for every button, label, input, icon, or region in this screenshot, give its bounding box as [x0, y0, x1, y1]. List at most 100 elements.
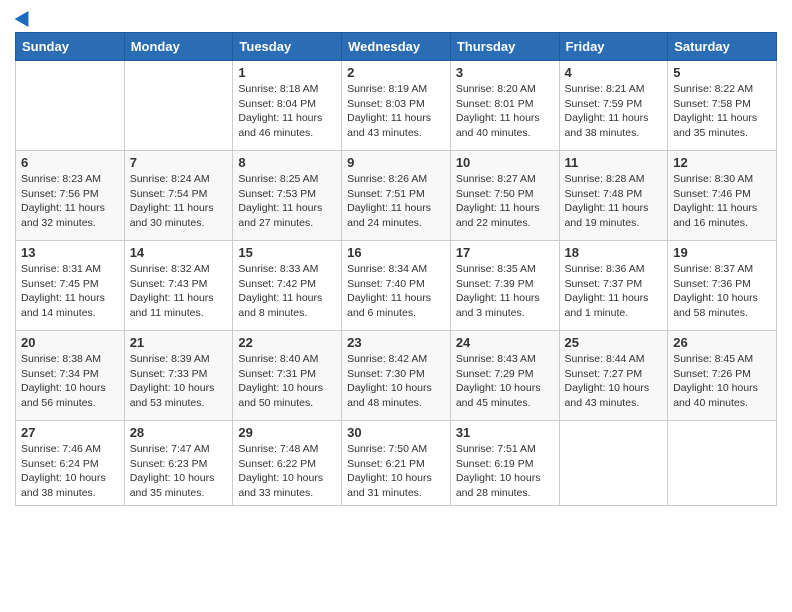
weekday-header-tuesday: Tuesday	[233, 33, 342, 61]
day-number: 6	[21, 155, 119, 170]
day-info: Sunrise: 8:45 AM Sunset: 7:26 PM Dayligh…	[673, 352, 771, 411]
day-info: Sunrise: 7:47 AM Sunset: 6:23 PM Dayligh…	[130, 442, 228, 501]
calendar-cell: 27 Sunrise: 7:46 AM Sunset: 6:24 PM Dayli…	[16, 421, 125, 506]
day-number: 30	[347, 425, 445, 440]
day-info: Sunrise: 8:22 AM Sunset: 7:58 PM Dayligh…	[673, 82, 771, 141]
calendar-cell: 29 Sunrise: 7:48 AM Sunset: 6:22 PM Dayli…	[233, 421, 342, 506]
day-info: Sunrise: 7:46 AM Sunset: 6:24 PM Dayligh…	[21, 442, 119, 501]
calendar-cell: 11 Sunrise: 8:28 AM Sunset: 7:48 PM Dayli…	[559, 151, 668, 241]
day-info: Sunrise: 8:30 AM Sunset: 7:46 PM Dayligh…	[673, 172, 771, 231]
day-info: Sunrise: 8:21 AM Sunset: 7:59 PM Dayligh…	[565, 82, 663, 141]
day-number: 23	[347, 335, 445, 350]
day-number: 14	[130, 245, 228, 260]
day-number: 15	[238, 245, 336, 260]
calendar-cell: 4 Sunrise: 8:21 AM Sunset: 7:59 PM Daylig…	[559, 61, 668, 151]
day-info: Sunrise: 8:36 AM Sunset: 7:37 PM Dayligh…	[565, 262, 663, 321]
calendar-cell: 21Sunrise: 8:39 AM Sunset: 7:33 PM Dayli…	[124, 331, 233, 421]
calendar-cell: 2 Sunrise: 8:19 AM Sunset: 8:03 PM Daylig…	[342, 61, 451, 151]
calendar-cell: 13Sunrise: 8:31 AM Sunset: 7:45 PM Dayli…	[16, 241, 125, 331]
calendar-cell: 1Sunrise: 8:18 AM Sunset: 8:04 PM Daylig…	[233, 61, 342, 151]
calendar-cell: 18Sunrise: 8:36 AM Sunset: 7:37 PM Dayli…	[559, 241, 668, 331]
day-info: Sunrise: 8:37 AM Sunset: 7:36 PM Dayligh…	[673, 262, 771, 321]
calendar-cell	[668, 421, 777, 506]
day-info: Sunrise: 8:35 AM Sunset: 7:39 PM Dayligh…	[456, 262, 554, 321]
day-info: Sunrise: 8:19 AM Sunset: 8:03 PM Dayligh…	[347, 82, 445, 141]
calendar-cell	[16, 61, 125, 151]
day-info: Sunrise: 8:31 AM Sunset: 7:45 PM Dayligh…	[21, 262, 119, 321]
week-row-5: 27 Sunrise: 7:46 AM Sunset: 6:24 PM Dayli…	[16, 421, 777, 506]
weekday-header-saturday: Saturday	[668, 33, 777, 61]
day-number: 4	[565, 65, 663, 80]
calendar-cell: 10Sunrise: 8:27 AM Sunset: 7:50 PM Dayli…	[450, 151, 559, 241]
day-number: 28	[130, 425, 228, 440]
calendar-cell: 6 Sunrise: 8:23 AM Sunset: 7:56 PM Daylig…	[16, 151, 125, 241]
calendar-cell: 22Sunrise: 8:40 AM Sunset: 7:31 PM Dayli…	[233, 331, 342, 421]
day-number: 12	[673, 155, 771, 170]
calendar-cell: 31 Sunrise: 7:51 AM Sunset: 6:19 PM Dayli…	[450, 421, 559, 506]
day-number: 22	[238, 335, 336, 350]
calendar-cell: 9 Sunrise: 8:26 AM Sunset: 7:51 PM Daylig…	[342, 151, 451, 241]
day-number: 27	[21, 425, 119, 440]
day-info: Sunrise: 8:34 AM Sunset: 7:40 PM Dayligh…	[347, 262, 445, 321]
day-info: Sunrise: 8:20 AM Sunset: 8:01 PM Dayligh…	[456, 82, 554, 141]
day-number: 10	[456, 155, 554, 170]
day-info: Sunrise: 8:32 AM Sunset: 7:43 PM Dayligh…	[130, 262, 228, 321]
day-info: Sunrise: 8:44 AM Sunset: 7:27 PM Dayligh…	[565, 352, 663, 411]
day-info: Sunrise: 8:38 AM Sunset: 7:34 PM Dayligh…	[21, 352, 119, 411]
day-info: Sunrise: 8:26 AM Sunset: 7:51 PM Dayligh…	[347, 172, 445, 231]
day-number: 7	[130, 155, 228, 170]
day-number: 26	[673, 335, 771, 350]
calendar-cell: 19 Sunrise: 8:37 AM Sunset: 7:36 PM Dayli…	[668, 241, 777, 331]
day-number: 25	[565, 335, 663, 350]
calendar-cell: 30 Sunrise: 7:50 AM Sunset: 6:21 PM Dayli…	[342, 421, 451, 506]
calendar-cell: 15 Sunrise: 8:33 AM Sunset: 7:42 PM Dayli…	[233, 241, 342, 331]
week-row-3: 13Sunrise: 8:31 AM Sunset: 7:45 PM Dayli…	[16, 241, 777, 331]
logo-triangle-icon	[15, 7, 36, 27]
calendar-cell: 20Sunrise: 8:38 AM Sunset: 7:34 PM Dayli…	[16, 331, 125, 421]
day-info: Sunrise: 8:23 AM Sunset: 7:56 PM Dayligh…	[21, 172, 119, 231]
calendar-cell: 3 Sunrise: 8:20 AM Sunset: 8:01 PM Daylig…	[450, 61, 559, 151]
week-row-4: 20Sunrise: 8:38 AM Sunset: 7:34 PM Dayli…	[16, 331, 777, 421]
calendar-cell: 25 Sunrise: 8:44 AM Sunset: 7:27 PM Dayli…	[559, 331, 668, 421]
day-info: Sunrise: 8:25 AM Sunset: 7:53 PM Dayligh…	[238, 172, 336, 231]
day-number: 19	[673, 245, 771, 260]
calendar-cell: 12 Sunrise: 8:30 AM Sunset: 7:46 PM Dayli…	[668, 151, 777, 241]
weekday-header-monday: Monday	[124, 33, 233, 61]
day-number: 8	[238, 155, 336, 170]
day-info: Sunrise: 7:51 AM Sunset: 6:19 PM Dayligh…	[456, 442, 554, 501]
calendar-cell: 24Sunrise: 8:43 AM Sunset: 7:29 PM Dayli…	[450, 331, 559, 421]
calendar-cell: 23 Sunrise: 8:42 AM Sunset: 7:30 PM Dayli…	[342, 331, 451, 421]
day-number: 29	[238, 425, 336, 440]
day-number: 5	[673, 65, 771, 80]
calendar-cell: 8 Sunrise: 8:25 AM Sunset: 7:53 PM Daylig…	[233, 151, 342, 241]
calendar-cell	[559, 421, 668, 506]
day-info: Sunrise: 7:50 AM Sunset: 6:21 PM Dayligh…	[347, 442, 445, 501]
calendar-cell: 7 Sunrise: 8:24 AM Sunset: 7:54 PM Daylig…	[124, 151, 233, 241]
weekday-header-thursday: Thursday	[450, 33, 559, 61]
day-number: 24	[456, 335, 554, 350]
day-number: 31	[456, 425, 554, 440]
calendar-cell: 5 Sunrise: 8:22 AM Sunset: 7:58 PM Daylig…	[668, 61, 777, 151]
calendar-cell: 26 Sunrise: 8:45 AM Sunset: 7:26 PM Dayli…	[668, 331, 777, 421]
day-number: 9	[347, 155, 445, 170]
logo	[15, 10, 33, 24]
day-info: Sunrise: 7:48 AM Sunset: 6:22 PM Dayligh…	[238, 442, 336, 501]
day-info: Sunrise: 8:24 AM Sunset: 7:54 PM Dayligh…	[130, 172, 228, 231]
day-number: 2	[347, 65, 445, 80]
day-number: 1	[238, 65, 336, 80]
calendar-cell	[124, 61, 233, 151]
day-info: Sunrise: 8:28 AM Sunset: 7:48 PM Dayligh…	[565, 172, 663, 231]
calendar-cell: 28 Sunrise: 7:47 AM Sunset: 6:23 PM Dayli…	[124, 421, 233, 506]
day-number: 11	[565, 155, 663, 170]
page: SundayMondayTuesdayWednesdayThursdayFrid…	[0, 0, 792, 516]
day-number: 3	[456, 65, 554, 80]
week-row-1: 1Sunrise: 8:18 AM Sunset: 8:04 PM Daylig…	[16, 61, 777, 151]
weekday-header-sunday: Sunday	[16, 33, 125, 61]
week-row-2: 6 Sunrise: 8:23 AM Sunset: 7:56 PM Daylig…	[16, 151, 777, 241]
day-number: 17	[456, 245, 554, 260]
calendar-cell: 17 Sunrise: 8:35 AM Sunset: 7:39 PM Dayli…	[450, 241, 559, 331]
day-info: Sunrise: 8:33 AM Sunset: 7:42 PM Dayligh…	[238, 262, 336, 321]
header	[15, 10, 777, 24]
day-info: Sunrise: 8:42 AM Sunset: 7:30 PM Dayligh…	[347, 352, 445, 411]
calendar-cell: 16Sunrise: 8:34 AM Sunset: 7:40 PM Dayli…	[342, 241, 451, 331]
